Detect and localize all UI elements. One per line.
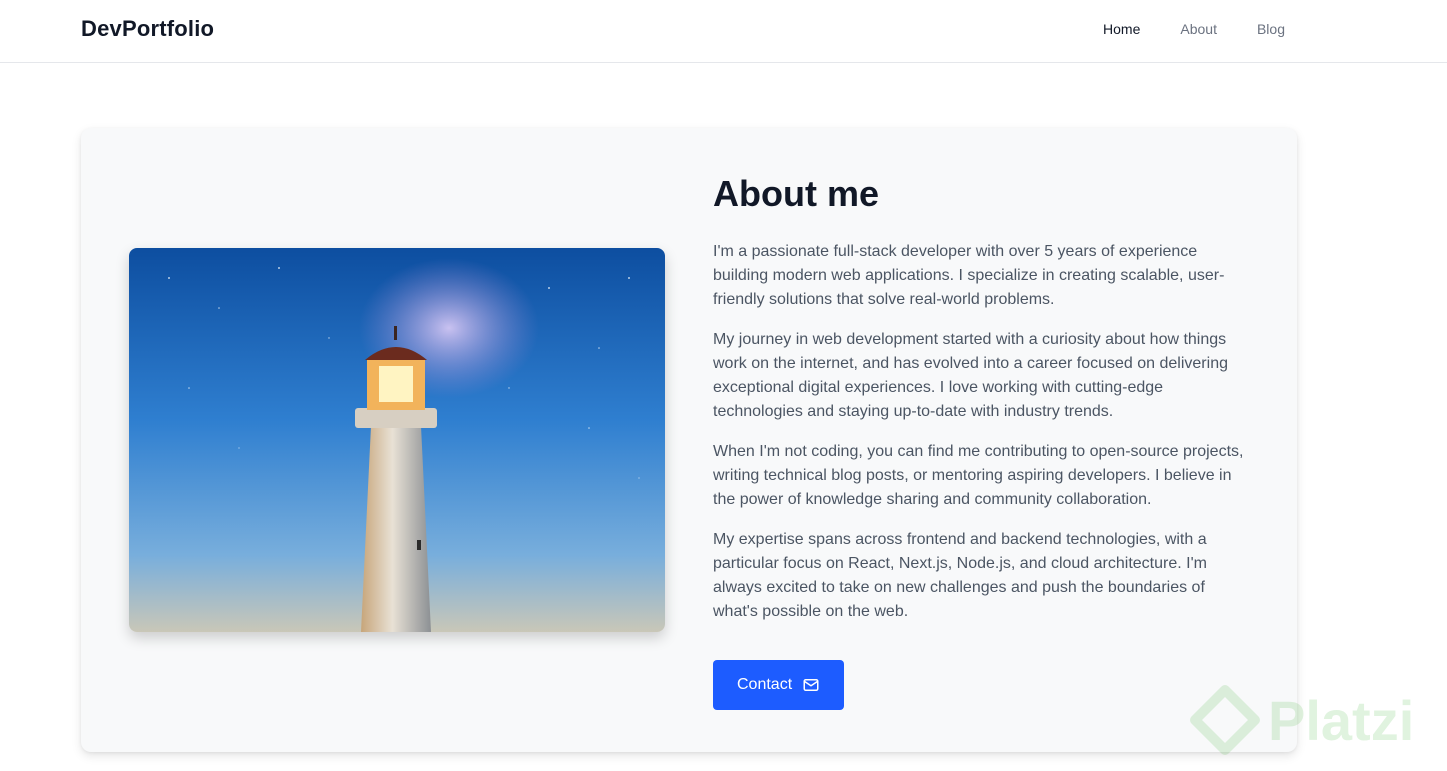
- watermark-text: Platzi: [1268, 688, 1415, 752]
- about-content: About me I'm a passionate full-stack dev…: [713, 172, 1253, 710]
- about-paragraph-1: I'm a passionate full-stack developer wi…: [713, 243, 1225, 308]
- contact-button[interactable]: Contact: [713, 660, 845, 710]
- about-paragraph-2: My journey in web development started wi…: [713, 331, 1228, 420]
- lighthouse-image: [129, 248, 665, 632]
- about-heading: About me: [713, 173, 879, 214]
- platzi-logo-icon: [1190, 685, 1260, 755]
- nav-link-home[interactable]: Home: [1103, 21, 1140, 37]
- about-paragraph-3: When I'm not coding, you can find me con…: [713, 443, 1244, 508]
- about-card: About me I'm a passionate full-stack dev…: [81, 128, 1297, 752]
- lighthouse-photo: [129, 248, 665, 632]
- mail-icon: [803, 679, 819, 691]
- about-paragraph-4: My expertise spans across frontend and b…: [713, 531, 1207, 620]
- nav-link-blog[interactable]: Blog: [1257, 21, 1285, 37]
- navbar: DevPortfolio Home About Blog: [0, 0, 1447, 63]
- nav-link-about[interactable]: About: [1180, 21, 1217, 37]
- nav-links: Home About Blog: [1103, 21, 1285, 37]
- platzi-watermark: Platzi: [1190, 685, 1414, 755]
- contact-button-label: Contact: [737, 676, 793, 693]
- brand-logo[interactable]: DevPortfolio: [81, 16, 214, 42]
